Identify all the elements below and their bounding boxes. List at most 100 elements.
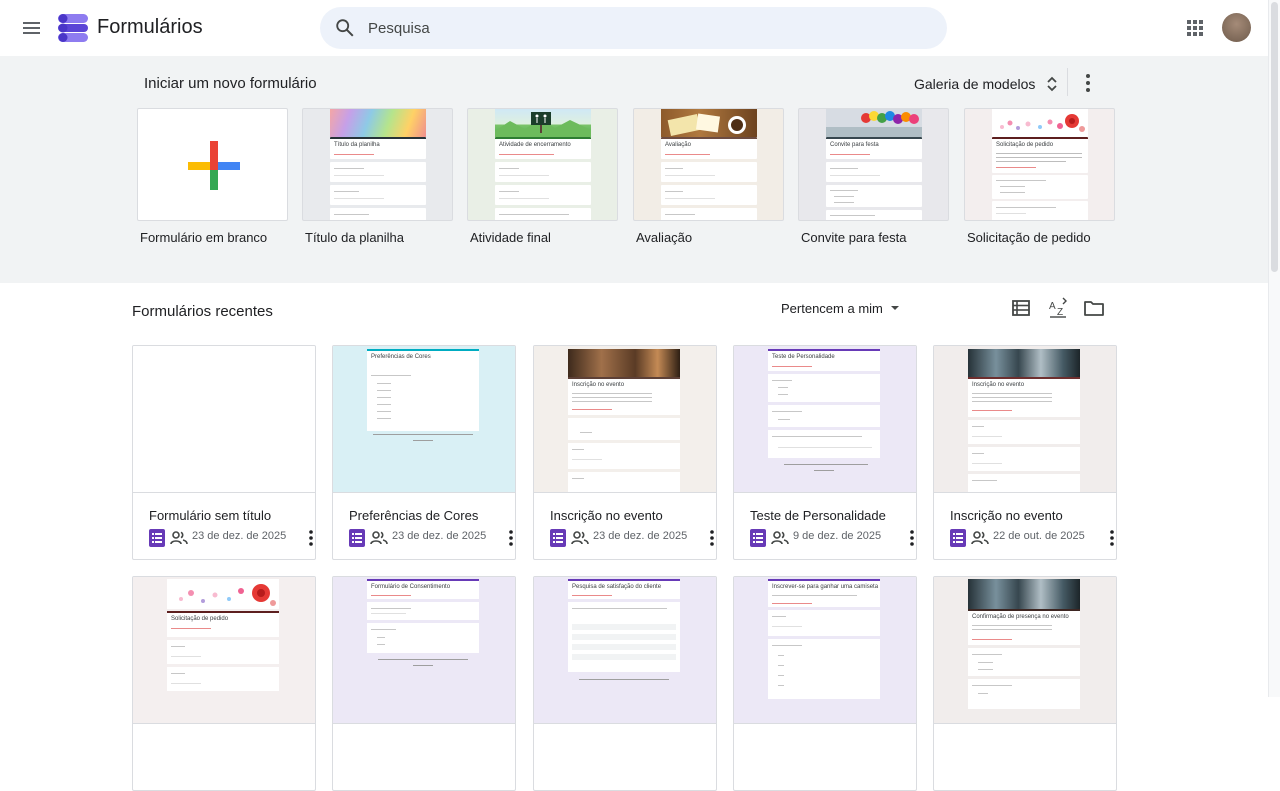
form-preview-banner — [167, 579, 279, 609]
form-preview-title: Confirmação de presença no evento — [972, 614, 1069, 620]
scrollbar-thumb[interactable] — [1271, 2, 1278, 272]
forms-icon — [149, 529, 165, 547]
form-meta: 23 de dez. de 2025 — [550, 528, 714, 548]
form-preview-page: Formulário de Consentimento — [367, 579, 479, 599]
form-thumbnail: Preferências de Cores — [333, 346, 515, 493]
activity-sign-icon — [495, 112, 591, 137]
more-vert-icon[interactable] — [303, 528, 316, 548]
recent-form-card[interactable]: Solicitação de pedido — [132, 576, 316, 791]
template-card: Atividade de encerramento — [495, 137, 591, 159]
top-app-bar: Formulários — [0, 0, 1268, 56]
template-gallery-button[interactable]: Galeria de modelos — [908, 68, 1065, 100]
template-preview-title: Convite para festa — [830, 142, 879, 148]
template-card — [495, 162, 591, 182]
coffee-cup-icon — [667, 113, 746, 136]
recent-form-card[interactable]: Inscrever-se para ganhar uma camiseta — [733, 576, 917, 791]
menu-icon-bar — [23, 32, 40, 34]
form-meta: 9 de dez. de 2025 — [750, 528, 914, 548]
form-preview-question — [167, 667, 279, 691]
search-bar[interactable] — [320, 7, 947, 49]
form-thumbnail: Confirmação de presença no evento — [934, 577, 1116, 724]
template-card — [826, 162, 922, 182]
more-vert-icon[interactable] — [1104, 528, 1117, 548]
form-preview-title: Preferências de Cores — [371, 354, 431, 360]
form-preview-question — [768, 610, 880, 636]
recent-form-card[interactable]: Preferências de Cores Preferências de Co… — [332, 345, 516, 560]
template-label: Atividade final — [470, 230, 551, 245]
sort-az-icon[interactable]: A Z — [1046, 296, 1070, 320]
recent-form-card[interactable]: Teste de Personalidade Teste de Personal… — [733, 345, 917, 560]
more-vert-icon[interactable] — [503, 528, 516, 548]
floral-icon — [1000, 114, 1085, 132]
template-party-invite[interactable]: Convite para festa Convite para festa — [798, 108, 949, 245]
event-banner — [968, 579, 1080, 609]
template-title-sheet[interactable]: Título da planilha Título da planilha — [302, 108, 453, 245]
form-preview-question — [968, 679, 1080, 709]
form-meta: 23 de dez. de 2025 — [149, 528, 313, 548]
recent-form-card[interactable]: Formulário sem título 23 de dez. de 2025 — [132, 345, 316, 560]
form-preview-page: Solicitação de pedido — [167, 611, 279, 637]
template-final-activity[interactable]: Atividade de encerramento Atividade fina… — [467, 108, 618, 245]
form-preview-question — [768, 430, 880, 458]
owner-filter-dropdown[interactable]: Pertencem a mim — [773, 297, 909, 319]
form-preview-page: Preferências de Cores — [367, 349, 479, 431]
template-banner — [661, 109, 757, 137]
folder-icon[interactable] — [1082, 296, 1106, 320]
template-card — [495, 185, 591, 205]
form-thumbnail: Formulário de Consentimento — [333, 577, 515, 724]
form-title: Formulário sem título — [149, 508, 272, 523]
recent-form-card[interactable]: Inscrição no evento Inscrição no evento … — [533, 345, 717, 560]
template-banner — [826, 109, 922, 137]
template-label: Título da planilha — [305, 230, 405, 245]
floral-icon — [179, 584, 276, 606]
search-input[interactable] — [368, 7, 928, 49]
form-thumbnail: Inscrição no evento — [534, 346, 716, 493]
form-preview-question — [568, 443, 680, 469]
form-preview-question — [568, 472, 680, 492]
forms-icon — [349, 529, 365, 547]
form-thumbnail: Teste de Personalidade — [734, 346, 916, 493]
recent-form-card[interactable]: Inscrição no evento Inscrição no evento … — [933, 345, 1117, 560]
forms-logo-icon[interactable] — [58, 13, 88, 43]
template-thumbnail: Avaliação — [633, 108, 784, 221]
template-card: Título da planilha — [330, 137, 426, 159]
template-card — [330, 208, 426, 220]
app-title[interactable]: Formulários — [97, 16, 203, 39]
more-vert-icon[interactable] — [704, 528, 717, 548]
main-menu-button[interactable] — [15, 12, 47, 44]
template-card — [495, 208, 591, 220]
template-label: Solicitação de pedido — [967, 230, 1091, 245]
form-preview-page: Inscrever-se para ganhar uma camiseta — [768, 579, 880, 607]
template-card — [661, 162, 757, 182]
balloons-icon — [826, 111, 922, 137]
form-thumbnail — [133, 346, 315, 493]
form-preview-page: Inscrição no evento — [568, 377, 680, 415]
template-gallery-label: Galeria de modelos — [914, 76, 1036, 92]
list-view-icon[interactable] — [1009, 296, 1033, 320]
form-preview-question — [568, 418, 680, 440]
template-card: Solicitação de pedido — [992, 137, 1088, 173]
svg-text:A: A — [1049, 301, 1056, 312]
form-preview-question — [968, 474, 1080, 492]
recent-form-card[interactable]: Formulário de Consentimento — [332, 576, 516, 791]
more-vert-icon[interactable] — [1075, 68, 1101, 98]
template-evaluation[interactable]: Avaliação Avaliação — [633, 108, 784, 245]
account-avatar[interactable] — [1222, 13, 1251, 42]
template-preview-title: Avaliação — [665, 142, 691, 148]
template-order-request[interactable]: Solicitação de pedido Solicitação de ped… — [964, 108, 1115, 245]
form-title: Teste de Personalidade — [750, 508, 886, 523]
google-apps-icon[interactable] — [1182, 15, 1208, 41]
forms-icon — [750, 529, 766, 547]
template-blank[interactable]: Formulário em branco — [137, 108, 288, 245]
page-scrollbar[interactable] — [1268, 0, 1280, 697]
template-card — [826, 185, 922, 207]
dropdown-arrow-icon — [890, 306, 899, 310]
menu-icon — [23, 22, 40, 24]
event-banner — [568, 349, 680, 377]
recent-form-card[interactable]: Confirmação de presença no evento — [933, 576, 1117, 791]
form-title: Inscrição no evento — [550, 508, 663, 523]
more-vert-icon[interactable] — [904, 528, 917, 548]
template-banner — [330, 109, 426, 137]
recent-form-card[interactable]: Pesquisa de satisfação do cliente — [533, 576, 717, 791]
search-icon[interactable] — [334, 17, 356, 39]
